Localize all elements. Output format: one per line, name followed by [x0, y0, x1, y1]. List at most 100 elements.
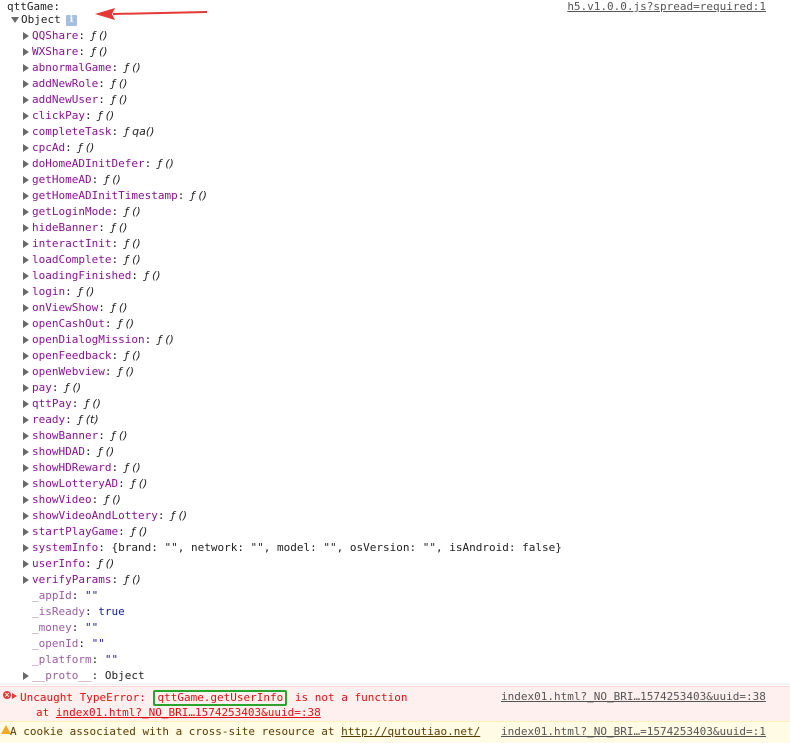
expand-right-icon[interactable] [23, 672, 29, 680]
expand-right-icon[interactable] [12, 693, 17, 699]
property-row[interactable]: loadingFinished: ƒ () [0, 268, 790, 284]
property-value: ƒ () [91, 45, 108, 58]
property-row[interactable]: showHDAD: ƒ () [0, 444, 790, 460]
property-row[interactable]: cpcAd: ƒ () [0, 140, 790, 156]
expand-right-icon[interactable] [23, 336, 29, 344]
property-row[interactable]: QQShare: ƒ () [0, 28, 790, 44]
property-key: systemInfo [32, 541, 99, 554]
property-row[interactable]: verifyParams: ƒ () [0, 572, 790, 588]
property-row[interactable]: loadComplete: ƒ () [0, 252, 790, 268]
stack-link[interactable]: index01.html?_NO_BRI…1574253403&uuid=:38 [56, 706, 321, 719]
expand-right-icon[interactable] [23, 240, 29, 248]
warning-source-link[interactable]: index01.html?_NO_BRI…=1574253403&uuid=:1 [501, 725, 766, 738]
property-key: ready [32, 413, 66, 426]
expand-right-icon[interactable] [23, 272, 29, 280]
property-value: ƒ () [171, 509, 188, 522]
property-row[interactable]: systemInfo: {brand: "", network: "", mod… [0, 540, 790, 556]
error-stack-line: at index01.html?_NO_BRI…1574253403&uuid=… [36, 706, 321, 719]
property-key: WXShare [32, 45, 79, 58]
property-row[interactable]: openCashOut: ƒ () [0, 316, 790, 332]
property-row[interactable]: showVideo: ƒ () [0, 492, 790, 508]
expand-right-icon[interactable] [23, 480, 29, 488]
property-row[interactable]: abnormalGame: ƒ () [0, 60, 790, 76]
expand-right-icon[interactable] [23, 112, 29, 120]
expand-right-icon[interactable] [23, 48, 29, 56]
property-row[interactable]: getHomeADInitTimestamp: ƒ () [0, 188, 790, 204]
warning-link[interactable]: http://qutoutiao.net/ [341, 725, 480, 738]
expand-right-icon[interactable] [23, 80, 29, 88]
expand-right-icon[interactable] [23, 496, 29, 504]
expand-right-icon[interactable] [23, 176, 29, 184]
property-key: userInfo [32, 557, 85, 570]
property-separator: : [84, 109, 99, 122]
property-row[interactable]: userInfo: ƒ () [0, 556, 790, 572]
error-source-link[interactable]: index01.html?_NO_BRI…1574253403&uuid=:38 [501, 690, 766, 703]
expand-right-icon[interactable] [23, 448, 29, 456]
property-key: verifyParams [32, 573, 112, 586]
expand-right-icon[interactable] [23, 288, 29, 296]
property-name: __proto__: Object [32, 668, 145, 684]
property-row[interactable]: __proto__: Object [0, 668, 790, 684]
expand-right-icon[interactable] [23, 96, 29, 104]
property-row[interactable]: doHomeADInitDefer: ƒ () [0, 156, 790, 172]
expand-right-icon[interactable] [23, 32, 29, 40]
error-message[interactable]: × Uncaught TypeError: qttGame.getUserInf… [0, 686, 790, 722]
property-key: openFeedback [32, 349, 112, 362]
property-row[interactable]: onViewShow: ƒ () [0, 300, 790, 316]
property-row[interactable]: showBanner: ƒ () [0, 428, 790, 444]
expand-right-icon[interactable] [23, 192, 29, 200]
property-row[interactable]: WXShare: ƒ () [0, 44, 790, 60]
property-name: addNewUser: ƒ () [32, 92, 127, 108]
property-row[interactable]: login: ƒ () [0, 284, 790, 300]
expand-right-icon[interactable] [23, 528, 29, 536]
property-name: _isReady: true [32, 604, 125, 620]
warning-message[interactable]: A cookie associated with a cross-site re… [0, 721, 790, 743]
expand-right-icon[interactable] [23, 208, 29, 216]
property-separator: : [111, 573, 125, 586]
expand-right-icon[interactable] [23, 128, 29, 136]
property-row[interactable]: getHomeAD: ƒ () [0, 172, 790, 188]
expand-right-icon[interactable] [23, 416, 29, 424]
property-row[interactable]: showLotteryAD: ƒ () [0, 476, 790, 492]
property-row[interactable]: openDialogMission: ƒ () [0, 332, 790, 348]
property-name: userInfo: ƒ () [32, 556, 114, 572]
info-icon[interactable]: i [66, 15, 77, 26]
property-row[interactable]: showVideoAndLottery: ƒ () [0, 508, 790, 524]
property-row[interactable]: addNewUser: ƒ () [0, 92, 790, 108]
expand-right-icon[interactable] [23, 160, 29, 168]
expand-right-icon[interactable] [23, 64, 29, 72]
expand-right-icon[interactable] [23, 144, 29, 152]
property-separator: : [65, 413, 79, 426]
property-row[interactable]: openFeedback: ƒ () [0, 348, 790, 364]
property-row[interactable]: addNewRole: ƒ () [0, 76, 790, 92]
property-row[interactable]: showHDReward: ƒ () [0, 460, 790, 476]
expand-right-icon[interactable] [23, 512, 29, 520]
expand-right-icon[interactable] [23, 432, 29, 440]
property-row[interactable]: clickPay: ƒ () [0, 108, 790, 124]
object-label[interactable]: Object [21, 12, 61, 28]
expand-right-icon[interactable] [23, 576, 29, 584]
expand-right-icon[interactable] [23, 368, 29, 376]
property-row[interactable]: pay: ƒ () [0, 380, 790, 396]
log-source-link[interactable]: h5.v1.0.0.js?spread=required:1 [567, 0, 766, 13]
property-row[interactable]: hideBanner: ƒ () [0, 220, 790, 236]
property-row[interactable]: getLoginMode: ƒ () [0, 204, 790, 220]
expand-right-icon[interactable] [23, 400, 29, 408]
expand-right-icon[interactable] [23, 224, 29, 232]
property-row[interactable]: qttPay: ƒ () [0, 396, 790, 412]
expand-right-icon[interactable] [23, 384, 29, 392]
property-name: verifyParams: ƒ () [32, 572, 141, 588]
expand-right-icon[interactable] [23, 544, 29, 552]
expand-down-icon[interactable] [11, 17, 19, 23]
expand-right-icon[interactable] [23, 464, 29, 472]
expand-right-icon[interactable] [23, 560, 29, 568]
property-row[interactable]: interactInit: ƒ () [0, 236, 790, 252]
property-row[interactable]: openWebview: ƒ () [0, 364, 790, 380]
property-row[interactable]: startPlayGame: ƒ () [0, 524, 790, 540]
expand-right-icon[interactable] [23, 256, 29, 264]
expand-right-icon[interactable] [23, 320, 29, 328]
property-row[interactable]: ready: ƒ (t) [0, 412, 790, 428]
property-row[interactable]: completeTask: ƒ qa() [0, 124, 790, 140]
expand-right-icon[interactable] [23, 304, 29, 312]
expand-right-icon[interactable] [23, 352, 29, 360]
